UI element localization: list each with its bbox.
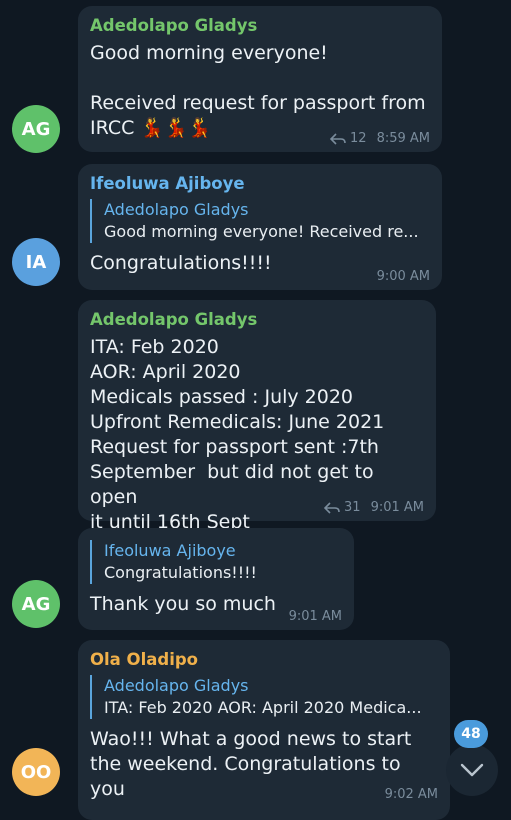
forward-count: 31 — [344, 500, 361, 515]
sender-name[interactable]: Adedolapo Gladys — [90, 310, 424, 329]
forward-icon — [330, 132, 346, 145]
sender-name[interactable]: Adedolapo Gladys — [90, 16, 430, 35]
avatar-initials: IA — [25, 251, 47, 273]
message-meta: 9:01 AM — [289, 609, 342, 624]
message-time: 9:01 AM — [370, 500, 424, 515]
chevron-down-icon — [460, 763, 484, 777]
avatar[interactable]: IA — [12, 238, 60, 286]
reply-quote[interactable]: Ifeoluwa Ajiboye Congratulations!!!! — [90, 540, 342, 584]
message-bubble[interactable]: Ola Oladipo Adedolapo Gladys ITA: Feb 20… — [78, 640, 450, 820]
message-bubble[interactable]: Adedolapo Gladys ITA: Feb 2020 AOR: Apri… — [78, 300, 436, 533]
reply-sender: Ifeoluwa Ajiboye — [104, 541, 236, 560]
reply-text: Good morning everyone! Received re... — [104, 222, 419, 241]
reply-text: ITA: Feb 2020 AOR: April 2020 Medica... — [104, 698, 422, 717]
forward-count: 12 — [350, 131, 367, 146]
message-time: 9:01 AM — [288, 609, 342, 624]
unread-count-badge: 48 — [454, 720, 488, 748]
reply-quote[interactable]: Adedolapo Gladys Good morning everyone! … — [90, 199, 430, 243]
forward-icon — [324, 501, 340, 514]
sender-name[interactable]: Ola Oladipo — [90, 650, 438, 669]
message-meta: 9:00 AM — [377, 269, 430, 284]
avatar-initials: AG — [21, 118, 51, 140]
message-time: 9:00 AM — [376, 269, 430, 284]
avatar-initials: OO — [20, 761, 52, 783]
avatar[interactable]: OO — [12, 748, 60, 796]
message-bubble[interactable]: Ifeoluwa Ajiboye Adedolapo Gladys Good m… — [78, 164, 442, 290]
message-meta: 31 9:01 AM — [324, 500, 424, 515]
avatar-initials: AG — [21, 593, 51, 615]
reply-sender: Adedolapo Gladys — [104, 200, 249, 219]
message-meta: 12 8:59 AM — [330, 131, 430, 146]
avatar[interactable]: AG — [12, 580, 60, 628]
reply-text: Congratulations!!!! — [104, 563, 257, 582]
reply-quote[interactable]: Adedolapo Gladys ITA: Feb 2020 AOR: Apri… — [90, 675, 438, 719]
avatar[interactable]: AG — [12, 105, 60, 153]
reply-sender: Adedolapo Gladys — [104, 676, 249, 695]
message-bubble[interactable]: Ifeoluwa Ajiboye Congratulations!!!! Tha… — [78, 528, 354, 630]
scroll-down-button[interactable] — [446, 744, 498, 796]
message-time: 8:59 AM — [376, 131, 430, 146]
sender-name[interactable]: Ifeoluwa Ajiboye — [90, 174, 430, 193]
message-text: Good morning everyone! Received request … — [90, 42, 426, 139]
message-bubble[interactable]: Adedolapo Gladys Good morning everyone! … — [78, 6, 442, 152]
